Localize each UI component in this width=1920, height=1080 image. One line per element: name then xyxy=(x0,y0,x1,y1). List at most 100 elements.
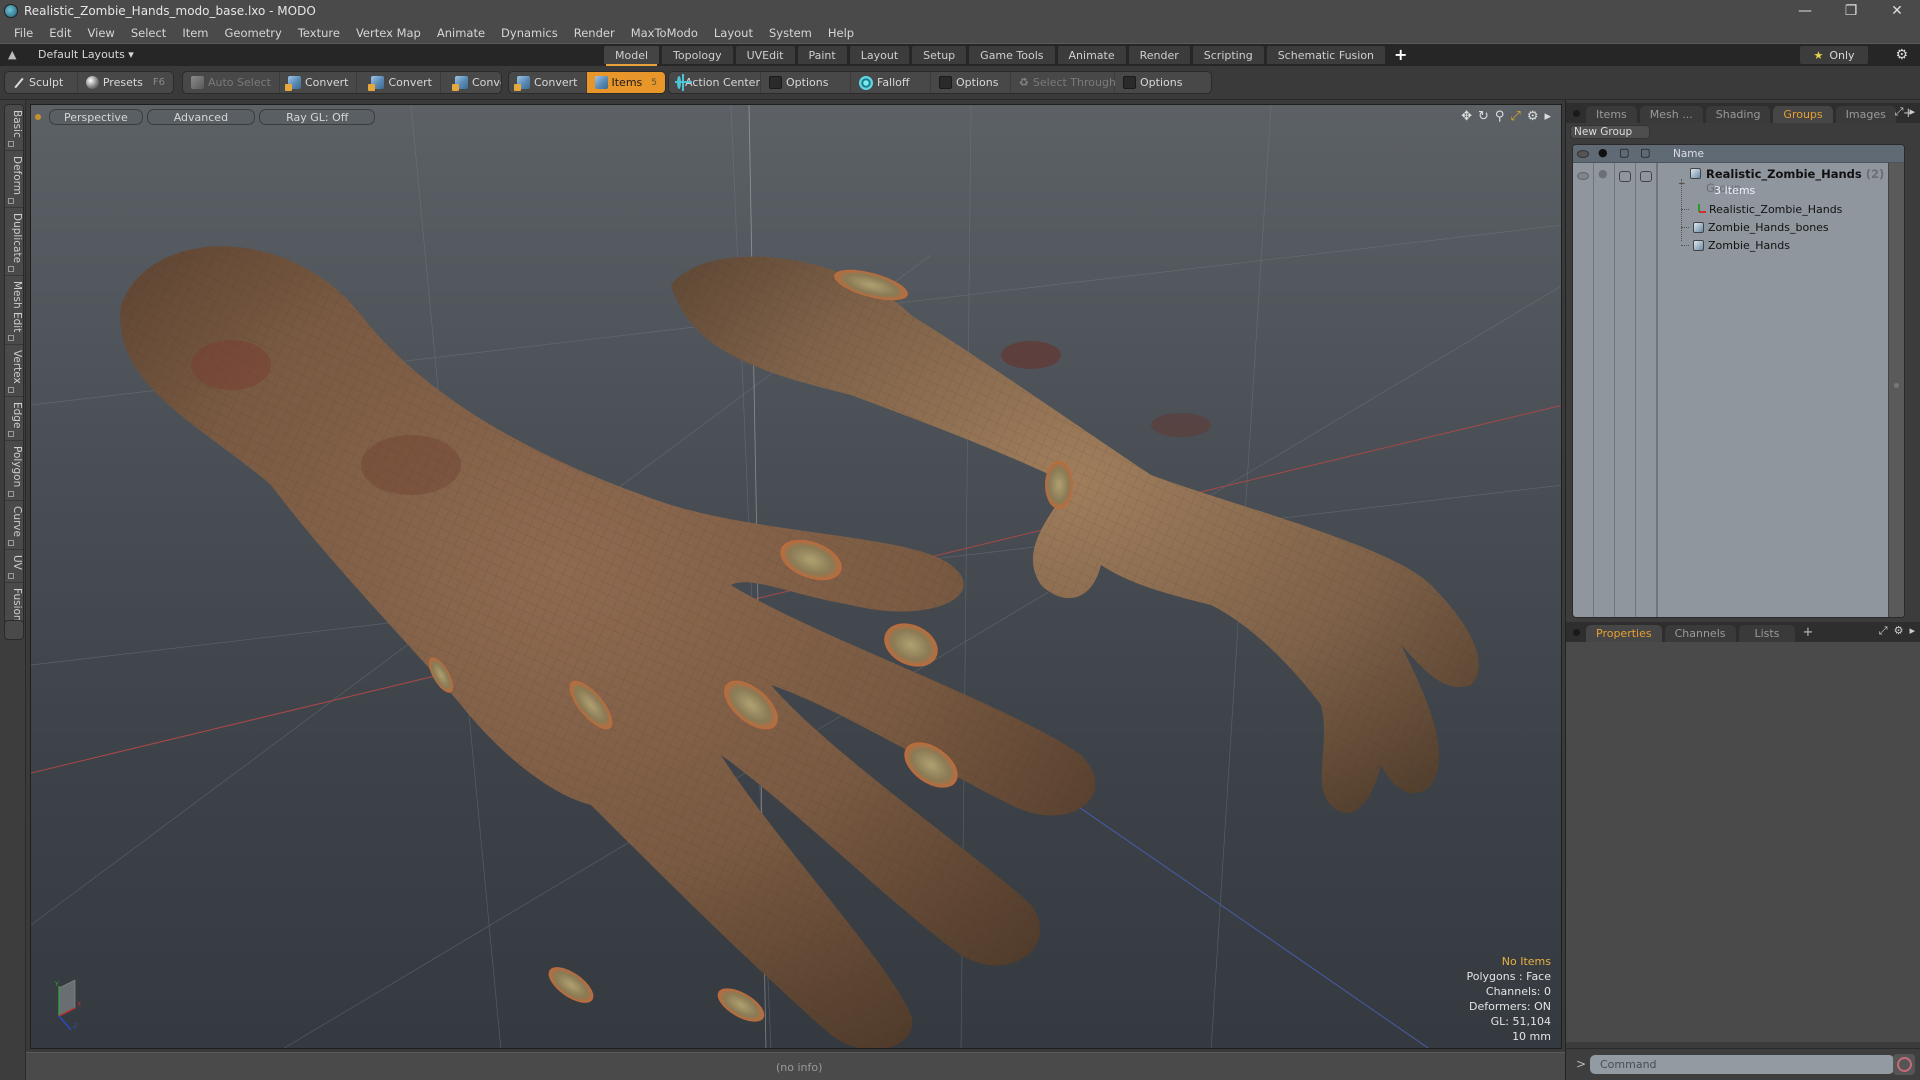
close-button[interactable]: ✕ xyxy=(1874,0,1920,22)
select-through-button[interactable]: ♻ Select Through xyxy=(1011,72,1116,93)
tree-scrollbar[interactable] xyxy=(1888,163,1904,617)
visibility-column-icon[interactable] xyxy=(1577,150,1589,158)
viewport-menu-dot[interactable] xyxy=(35,114,41,120)
menu-layout[interactable]: Layout xyxy=(706,26,761,40)
menu-help[interactable]: Help xyxy=(820,26,862,40)
lock-column-icon[interactable]: ▢ xyxy=(1619,146,1629,159)
tab-mesh[interactable]: Mesh ... xyxy=(1639,106,1703,123)
layout-tab-topology[interactable]: Topology xyxy=(662,46,733,64)
layout-tab-layout[interactable]: Layout xyxy=(849,46,910,64)
add-tab-button[interactable]: + xyxy=(1802,625,1813,640)
menu-system[interactable]: System xyxy=(761,26,820,40)
command-input[interactable]: Command xyxy=(1590,1055,1894,1074)
auto-select-button[interactable]: Auto Select xyxy=(183,72,280,93)
layout-selector[interactable]: Default Layouts ▾ xyxy=(38,48,134,61)
lock-toggle[interactable] xyxy=(1619,171,1631,182)
tab-deform[interactable]: Deform xyxy=(5,151,23,208)
layout-tab-model[interactable]: Model xyxy=(604,46,660,66)
tab-shading[interactable]: Shading xyxy=(1705,106,1771,123)
tree-item-row[interactable]: Zombie_Hands xyxy=(1573,237,1904,255)
menu-texture[interactable]: Texture xyxy=(290,26,348,40)
group-row[interactable]: ● _ Realistic_Zombie_Hands (2) : Group 3… xyxy=(1573,165,1904,201)
menu-vertex-map[interactable]: Vertex Map xyxy=(348,26,429,40)
zoom-icon[interactable]: ⚲ xyxy=(1495,109,1505,124)
tree-item-row[interactable]: Realistic_Zombie_Hands xyxy=(1573,201,1904,219)
tab-edge[interactable]: Edge xyxy=(5,397,23,442)
tab-mesh-edit[interactable]: Mesh Edit xyxy=(5,276,23,346)
viewport-expand-arrow-icon[interactable]: ▸ xyxy=(1544,109,1551,124)
menu-item[interactable]: Item xyxy=(174,26,216,40)
minimize-button[interactable]: — xyxy=(1782,0,1828,22)
select-column-icon[interactable]: ▢ xyxy=(1640,146,1650,159)
tab-duplicate[interactable]: Duplicate xyxy=(5,208,23,276)
name-column-header[interactable]: Name xyxy=(1673,148,1704,160)
panel-gear-icon[interactable]: ⚙ xyxy=(1894,624,1904,638)
panel-arrow-icon[interactable]: ▸ xyxy=(1909,105,1915,119)
convert-items-button[interactable]: Convert xyxy=(509,72,587,93)
shading-mode-button[interactable]: Advanced xyxy=(146,109,256,125)
tab-groups[interactable]: Groups xyxy=(1773,106,1833,123)
restore-button[interactable]: ❐ xyxy=(1828,0,1874,22)
maximize-icon[interactable]: ⤢ xyxy=(1510,109,1520,124)
layout-tab-render[interactable]: Render xyxy=(1128,46,1190,64)
falloff-options-button[interactable]: Options xyxy=(931,72,1011,93)
render-toggle[interactable]: ● xyxy=(1598,167,1608,180)
tab-basic[interactable]: Basic xyxy=(5,105,23,151)
menu-animate[interactable]: Animate xyxy=(429,26,493,40)
render-column-icon[interactable]: ● xyxy=(1598,146,1608,159)
layout-tab-scripting[interactable]: Scripting xyxy=(1192,46,1264,64)
convert-polygons-button[interactable]: Convert xyxy=(441,72,501,93)
layout-tab-animate[interactable]: Animate xyxy=(1057,46,1126,64)
only-button[interactable]: ★ Only xyxy=(1800,46,1868,64)
tab-uv[interactable]: UV xyxy=(5,550,23,583)
convert-edges-button[interactable]: Convert xyxy=(357,72,441,93)
sculpt-button[interactable]: Sculpt xyxy=(5,72,78,93)
layout-tab-game-tools[interactable]: Game Tools xyxy=(969,46,1055,64)
view-mode-button[interactable]: Perspective xyxy=(49,109,143,125)
select-through-options-button[interactable]: Options xyxy=(1115,72,1211,93)
action-center-button[interactable]: Action Center xyxy=(669,72,761,93)
menu-file[interactable]: File xyxy=(6,26,41,40)
select-toggle[interactable] xyxy=(1640,171,1652,182)
visibility-toggle[interactable] xyxy=(1577,172,1589,180)
layout-tab-schematic-fusion[interactable]: Schematic Fusion xyxy=(1266,46,1386,64)
new-group-button[interactable]: New Group xyxy=(1570,125,1650,139)
layout-tab-uvedit[interactable]: UVEdit xyxy=(735,46,795,64)
menu-dynamics[interactable]: Dynamics xyxy=(493,26,566,40)
viewport-settings-icon[interactable]: ⚙ xyxy=(1527,109,1539,124)
tab-polygon[interactable]: Polygon xyxy=(5,441,23,501)
tree-item-row[interactable]: Zombie_Hands_bones xyxy=(1573,219,1904,237)
toolbox-toggle-button[interactable] xyxy=(4,620,24,640)
raygl-toggle[interactable]: Ray GL: Off xyxy=(259,109,376,125)
add-layout-button[interactable]: + xyxy=(1394,46,1407,66)
layout-tab-setup[interactable]: Setup xyxy=(912,46,967,64)
gear-icon[interactable]: ⚙ xyxy=(1895,47,1908,63)
tab-lists[interactable]: Lists xyxy=(1738,625,1796,642)
menu-render[interactable]: Render xyxy=(566,26,623,40)
pan-icon[interactable]: ✥ xyxy=(1461,109,1472,124)
layout-collapse-icon[interactable]: ▲ xyxy=(8,48,16,61)
menu-geometry[interactable]: Geometry xyxy=(217,26,290,40)
presets-button[interactable]: Presets F6 xyxy=(78,72,173,93)
menu-edit[interactable]: Edit xyxy=(41,26,79,40)
layout-tab-paint[interactable]: Paint xyxy=(797,46,847,64)
action-center-options-button[interactable]: Options xyxy=(761,72,851,93)
menu-select[interactable]: Select xyxy=(123,26,174,40)
panel-expand-icon[interactable]: ⤢ xyxy=(1895,105,1904,119)
tab-images[interactable]: Images xyxy=(1835,106,1896,123)
menu-view[interactable]: View xyxy=(80,26,123,40)
tab-channels[interactable]: Channels xyxy=(1664,625,1736,642)
convert-vertices-button[interactable]: Convert xyxy=(280,72,358,93)
items-mode-button[interactable]: Items 5 xyxy=(586,72,665,93)
3d-viewport[interactable]: Perspective Advanced Ray GL: Off ✥ ↻ ⚲ ⤢… xyxy=(30,104,1562,1049)
panel-menu-dot[interactable] xyxy=(1573,110,1580,117)
tab-items[interactable]: Items xyxy=(1586,106,1637,123)
scene-canvas[interactable] xyxy=(31,105,1562,1049)
rotate-icon[interactable]: ↻ xyxy=(1478,109,1489,124)
record-macro-button[interactable] xyxy=(1893,1054,1915,1075)
tab-curve[interactable]: Curve xyxy=(5,501,23,550)
menu-maxtomodo[interactable]: MaxToModo xyxy=(623,26,706,40)
tab-vertex[interactable]: Vertex xyxy=(5,345,23,397)
tab-properties[interactable]: Properties xyxy=(1586,625,1662,642)
panel-expand-icon[interactable]: ⤢ xyxy=(1879,624,1888,638)
